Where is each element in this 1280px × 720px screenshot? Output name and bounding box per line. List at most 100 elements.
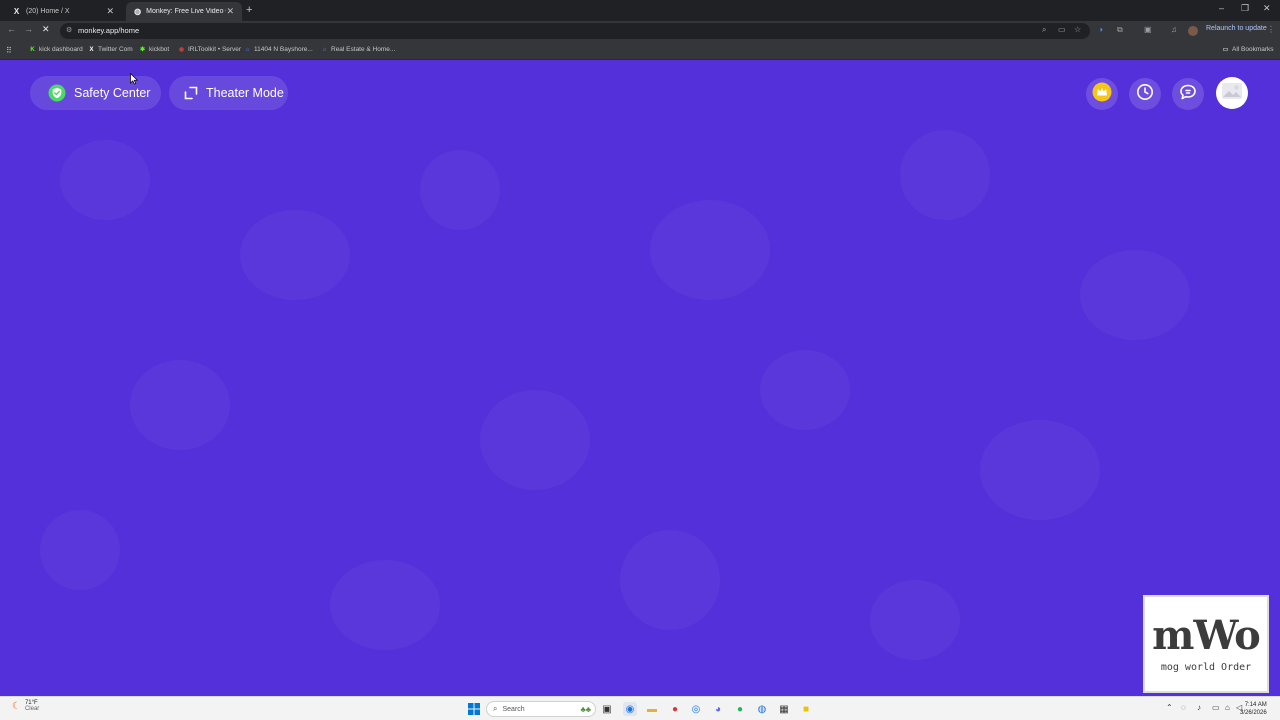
search-highlight-icon: ♣♣ <box>580 704 592 714</box>
taskbar-search[interactable]: ⌕ Search ♣♣ <box>486 701 596 717</box>
chrome-icon[interactable]: ◎ <box>689 702 703 716</box>
red-app-icon[interactable]: ● <box>668 702 682 716</box>
history-button[interactable] <box>1129 78 1161 110</box>
spotify-icon[interactable]: ● <box>733 702 747 716</box>
weather-widget[interactable]: ☾ 71°F Clear <box>12 700 39 712</box>
clock-date: 3/26/2026 <box>1240 710 1267 716</box>
chrome-taskbar-icon[interactable]: ◉ <box>623 702 637 716</box>
bookmark-twitter-com[interactable]: X Twitter Com <box>88 46 132 53</box>
background-pattern <box>900 130 990 220</box>
tab-title: (20) Home / X <box>26 8 70 15</box>
premium-crown-button[interactable] <box>1086 78 1118 110</box>
background-pattern <box>760 350 850 430</box>
tab-monkey[interactable]: ◍ Monkey: Free Live Video Chat & ✕ <box>126 2 242 21</box>
safety-center-button[interactable]: Safety Center <box>30 76 161 110</box>
browser-toolbar: ← → ✕ ⚙ monkey.app/home ⌕ ▭ ☆ ◗ ⧉ ▣ ♫ Re… <box>0 21 1280 41</box>
stop-loading-icon[interactable]: ✕ <box>42 24 50 35</box>
close-window-icon[interactable]: ✕ <box>1263 3 1271 14</box>
all-bookmarks-button[interactable]: ▭ All Bookmarks <box>1222 46 1274 53</box>
windows-start-icon[interactable] <box>467 702 481 716</box>
irltoolkit-icon: ◉ <box>178 47 185 53</box>
forward-icon[interactable]: → <box>24 24 33 34</box>
history-icon <box>1136 83 1154 106</box>
extension-icon[interactable]: ◗ <box>1099 25 1104 34</box>
zoom-icon[interactable]: ⌕ <box>1042 25 1046 35</box>
mwo-watermark-logo: mWo mog world Order <box>1143 595 1269 693</box>
tray-network-icon[interactable]: ⌂ <box>1225 703 1230 712</box>
bookmark-bayshore[interactable]: ⌂ 11404 N Bayshore... <box>244 46 313 53</box>
x-logo-icon: X <box>89 46 94 53</box>
background-pattern <box>60 140 150 220</box>
chat-button[interactable] <box>1172 78 1204 110</box>
bookmark-kickbot[interactable]: ✱ kickbot <box>139 46 169 53</box>
media-controls-icon[interactable]: ♫ <box>1171 25 1177 34</box>
minimize-icon[interactable]: – <box>1219 3 1224 13</box>
tray-overflow-icon[interactable]: ⌃ <box>1166 703 1173 712</box>
tray-display-icon[interactable]: ▭ <box>1212 703 1220 712</box>
watermark-sub-text: mog world Order <box>1160 661 1252 673</box>
discord-icon[interactable]: ◕ <box>711 702 725 716</box>
cast-icon[interactable]: ▭ <box>1058 25 1066 34</box>
weather-moon-icon: ☾ <box>12 700 21 712</box>
close-icon[interactable]: ✕ <box>226 6 234 17</box>
menu-icon[interactable]: ⋮ <box>1267 25 1275 34</box>
theater-mode-button[interactable]: Theater Mode <box>169 76 288 110</box>
background-pattern <box>240 210 350 300</box>
background-pattern <box>420 150 500 230</box>
image-placeholder-icon <box>1221 82 1243 105</box>
address-bar[interactable]: ⚙ monkey.app/home <box>60 23 1090 39</box>
background-pattern <box>650 200 770 300</box>
close-icon[interactable]: ✕ <box>106 6 114 17</box>
tab-x-home[interactable]: X (20) Home / X ✕ <box>4 2 122 21</box>
chrome-profile-icon[interactable]: ◍ <box>755 702 769 716</box>
task-view-icon[interactable]: ▣ <box>600 702 614 716</box>
calculator-icon[interactable]: ▦ <box>777 702 791 716</box>
back-icon[interactable]: ← <box>7 24 16 34</box>
relaunch-button[interactable]: Relaunch to update <box>1206 25 1267 32</box>
home-icon: ⌂ <box>322 46 327 53</box>
address-url[interactable]: monkey.app/home <box>78 26 139 35</box>
new-tab-button[interactable]: + <box>246 4 252 16</box>
mouse-cursor-icon <box>130 72 139 90</box>
background-pattern <box>980 420 1100 520</box>
search-placeholder: Search <box>502 705 525 713</box>
background-pattern <box>40 510 120 590</box>
theater-mode-label: Theater Mode <box>206 86 284 100</box>
apps-grid-icon[interactable]: ⠿ <box>6 46 12 55</box>
bookmark-kick-dashboard[interactable]: K kick dashboard <box>29 46 83 53</box>
background-pattern <box>130 360 230 450</box>
profile-avatar[interactable] <box>1216 77 1248 109</box>
windows-taskbar: ☾ 71°F Clear ⌕ Search ♣♣ ▣ ◉ ▬ ● ◎ ◕ ● ◍… <box>0 696 1280 720</box>
tray-mic-icon[interactable]: ♪ <box>1197 703 1201 712</box>
tab-title: Monkey: Free Live Video Chat & <box>146 8 226 15</box>
side-panel-icon[interactable]: ▣ <box>1144 25 1152 34</box>
extensions-puzzle-icon[interactable]: ⧉ <box>1117 25 1123 35</box>
bookmark-star-icon[interactable]: ☆ <box>1074 25 1081 34</box>
bookmark-real-estate[interactable]: ⌂ Real Estate & Home... <box>321 46 396 53</box>
site-info-icon[interactable]: ⚙ <box>66 26 72 34</box>
watermark-main-text: mWo <box>1152 611 1261 659</box>
home-icon: ⌂ <box>245 46 250 53</box>
all-bookmarks-label: All Bookmarks <box>1232 46 1274 53</box>
safety-center-label: Safety Center <box>74 86 151 100</box>
kick-icon: K <box>30 46 35 53</box>
tray-app-icon[interactable]: ◌ <box>1181 703 1186 712</box>
bookmarks-bar: ⠿ K kick dashboard X Twitter Com ✱ kickb… <box>0 41 1280 60</box>
profile-avatar-icon[interactable] <box>1188 26 1198 36</box>
weather-condition: Clear <box>24 706 40 712</box>
sticky-notes-icon[interactable]: ■ <box>799 702 813 716</box>
restore-icon[interactable]: ❐ <box>1241 3 1249 14</box>
bookmark-irltoolkit[interactable]: ◉ IRLToolkit • Server <box>178 46 241 53</box>
folder-icon: ▭ <box>1222 47 1229 53</box>
taskbar-clock[interactable]: 7:14 AM 3/26/2026 <box>1240 701 1267 717</box>
file-explorer-icon[interactable]: ▬ <box>645 702 659 716</box>
bookmark-label: kickbot <box>149 46 170 53</box>
search-icon: ⌕ <box>493 704 498 713</box>
crown-icon <box>1092 82 1112 107</box>
background-pattern <box>1080 250 1190 340</box>
kickbot-icon: ✱ <box>139 47 146 53</box>
chat-icon <box>1179 83 1197 106</box>
globe-icon: ◍ <box>134 7 142 16</box>
tab-strip: X (20) Home / X ✕ ◍ Monkey: Free Live Vi… <box>0 0 1280 21</box>
bookmark-label: kick dashboard <box>39 46 83 53</box>
